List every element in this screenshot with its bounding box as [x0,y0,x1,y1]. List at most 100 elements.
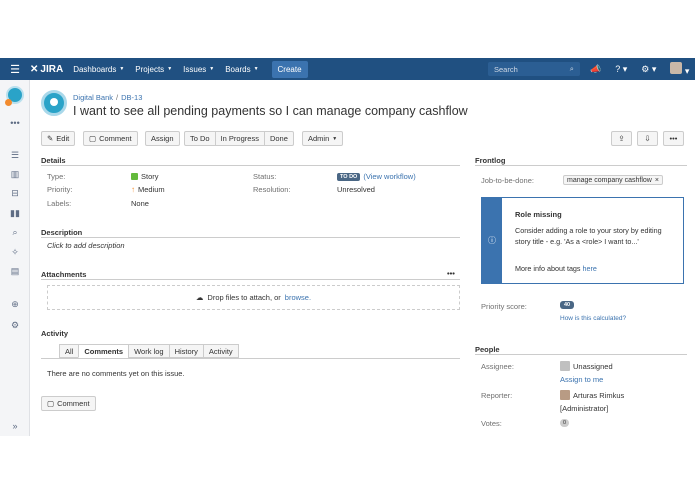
share-button[interactable]: ⇪ [611,131,632,146]
type-label: Type: [47,172,66,181]
priority-value[interactable]: ↑ Medium [131,185,165,194]
browse-link[interactable]: browse. [285,293,311,302]
people-divider [475,354,687,355]
reporter-avatar [560,390,570,400]
assign-button[interactable]: Assign [145,131,180,146]
breadcrumb-issue-key[interactable]: DB-13 [121,93,142,102]
to-do-button[interactable]: To Do [185,132,216,145]
description-divider [41,237,460,238]
expand-sidebar-icon[interactable]: » [8,420,22,432]
people-heading: People [475,345,500,354]
view-workflow-link[interactable]: (View workflow) [363,172,415,181]
priority-label: Priority: [47,185,73,194]
more-icon[interactable]: ••• [8,117,22,129]
upload-cloud-icon: ☁ [195,293,204,302]
assign-to-me-link[interactable]: Assign to me [560,375,603,384]
breadcrumb-project[interactable]: Digital Bank [73,93,113,102]
admin-button[interactable]: Admin ▼ [302,131,344,146]
chevron-down-icon: ▼ [119,66,125,72]
pages-icon[interactable]: ▤ [8,265,22,277]
assignee-value[interactable]: Unassigned [560,361,613,371]
issue-title[interactable]: I want to see all pending payments so I … [73,104,468,118]
priority-score-value: 40 [560,301,575,309]
comment-button[interactable]: ▢ Comment [83,131,138,146]
resolution-value: Unresolved [337,185,375,194]
breadcrumb: Digital Bank / DB-13 [73,93,143,102]
comment-icon: ▢ [89,134,97,143]
priority-score-label: Priority score: [481,302,527,311]
role-missing-text: Consider adding a role to your story by … [515,226,662,246]
share-icon: ⇪ [618,134,625,143]
status-value: TO DO (View workflow) [337,172,416,181]
add-comment-button[interactable]: ▢ Comment [41,396,96,411]
search-input[interactable]: Search ⌕ [488,62,580,76]
workflow-button-group: To Do In Progress Done [184,131,294,146]
tab-work-log[interactable]: Work log [128,344,169,358]
settings-icon[interactable]: ⚙ [8,319,22,331]
description-field[interactable]: Click to add description [47,241,125,250]
board-icon[interactable]: ▥ [8,168,22,180]
labels-value[interactable]: None [131,199,149,208]
components-icon[interactable]: ✧ [8,246,22,258]
more-actions-button[interactable]: ••• [663,131,684,146]
nav-issues[interactable]: Issues ▼ [183,65,214,74]
reporter-value[interactable]: Arturas Rimkus [560,390,624,400]
search-icon: ⌕ [569,64,574,73]
export-button[interactable]: ⇩ [637,131,658,146]
notification-dot [5,99,12,106]
create-button[interactable]: Create [271,60,308,78]
jira-logo[interactable]: ✕ JIRA [30,64,63,75]
backlog-icon[interactable]: ☰ [8,149,22,161]
attachment-dropzone[interactable]: ☁ Drop files to attach, or browse. [47,285,460,310]
tags-info-link[interactable]: here [583,264,597,273]
nav-projects[interactable]: Projects ▼ [135,65,172,74]
jira-logo-icon: ✕ [30,63,39,75]
type-value[interactable]: Story [131,172,159,181]
releases-icon[interactable]: ⊟ [8,187,22,199]
edit-button[interactable]: ✎ Edit [41,131,76,146]
votes-badge: 0 [560,419,570,427]
add-people-icon[interactable]: ⊕ [8,298,22,310]
user-avatar[interactable]: ▾ [670,62,689,77]
role-missing-title: Role missing [515,210,562,219]
jtbd-tag[interactable]: manage company cashflow × [563,175,663,185]
nav-boards[interactable]: Boards ▼ [225,65,258,74]
score-calculation-link[interactable]: How is this calculated? [560,315,626,322]
attachments-more-icon[interactable]: ••• [447,269,455,278]
activity-divider [41,358,460,359]
priority-medium-icon: ↑ [131,185,135,194]
gear-icon[interactable]: ⚙ ▾ [641,64,656,75]
activity-tabs: All Comments Work log History Activity [59,344,239,358]
in-progress-button[interactable]: In Progress [216,132,265,145]
details-divider [41,165,460,166]
chevron-down-icon: ▼ [332,135,338,142]
activity-heading: Activity [41,329,69,338]
unassigned-avatar [560,361,570,371]
project-sidebar: ••• ☰ ▥ ⊟ ▮▮ ⌕ ✧ ▤ ⊕ ⚙ » [0,80,30,436]
tab-history[interactable]: History [168,344,203,358]
issues-search-icon[interactable]: ⌕ [8,226,22,238]
votes-value[interactable]: 0 [560,419,570,427]
reporter-label: Reporter: [481,391,513,400]
frontlog-heading: Frontlog [475,156,506,165]
project-avatar-large [41,90,67,116]
feedback-icon[interactable]: 📣 [590,64,601,75]
tab-comments[interactable]: Comments [78,344,129,358]
top-navbar: ☰ ✕ JIRA Dashboards ▼ Projects ▼ Issues ▼ Bo… [0,58,695,80]
help-icon[interactable]: ? ▾ [615,64,627,75]
resolution-label: Resolution: [253,185,291,194]
comment-icon: ▢ [47,399,55,408]
app-switcher-icon[interactable]: ☰ [0,63,30,76]
chevron-down-icon: ▼ [167,66,173,72]
done-button[interactable]: Done [265,132,293,145]
description-heading: Description [41,228,83,237]
remove-tag-icon[interactable]: × [655,177,659,184]
attachments-divider [41,279,460,280]
tab-all[interactable]: All [59,344,79,358]
tab-activity[interactable]: Activity [202,344,239,358]
nav-dashboards[interactable]: Dashboards ▼ [73,65,124,74]
no-comments-text: There are no comments yet on this issue. [47,369,185,378]
story-icon [131,173,138,180]
labels-label: Labels: [47,199,72,208]
reports-icon[interactable]: ▮▮ [8,207,22,219]
